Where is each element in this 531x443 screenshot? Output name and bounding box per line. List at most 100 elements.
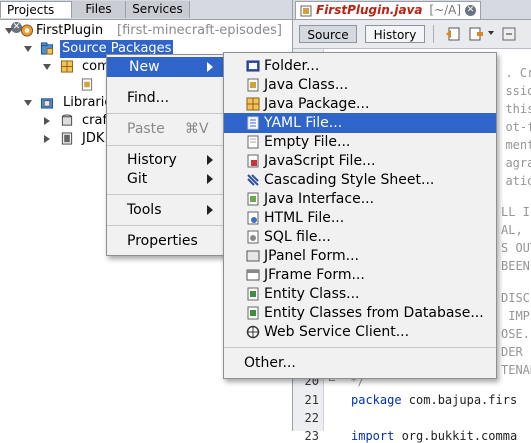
submenu-item-web-service-client[interactable]: Web Service Client... bbox=[224, 322, 496, 342]
library-jar-label: craf bbox=[82, 113, 108, 128]
menu-separator bbox=[107, 225, 227, 226]
menu-item-git[interactable]: Git bbox=[107, 169, 227, 189]
jar-icon bbox=[61, 114, 73, 126]
sql-file-icon bbox=[247, 230, 259, 244]
submenu-item-label: YAML File... bbox=[264, 115, 343, 131]
tree-row-project[interactable]: FirstPlugin [first-minecraft-episodes] bbox=[0, 22, 290, 40]
jframe-form-icon bbox=[246, 269, 260, 281]
submenu-item-folder[interactable]: Folder... bbox=[224, 56, 496, 76]
menu-item-properties[interactable]: Properties bbox=[107, 231, 227, 251]
tree-row-libraries[interactable]: Librarie bbox=[0, 94, 112, 112]
submenu-item-label: Other... bbox=[244, 355, 296, 371]
java-file-icon bbox=[81, 78, 93, 91]
keyword-import: import bbox=[351, 429, 395, 443]
history-button[interactable]: History bbox=[365, 25, 425, 43]
submenu-item-entity-class[interactable]: Entity Class... bbox=[224, 284, 496, 304]
toggle-icon[interactable] bbox=[502, 27, 516, 41]
expand-icon[interactable] bbox=[43, 64, 51, 70]
menu-item-label: Git bbox=[127, 171, 148, 187]
project-icon bbox=[20, 24, 34, 37]
submenu-item-java-package[interactable]: Java Package... bbox=[224, 94, 496, 114]
expand-icon[interactable] bbox=[44, 117, 50, 125]
folder-icon bbox=[246, 60, 260, 72]
tree-row-package[interactable]: com bbox=[0, 58, 110, 76]
submenu-item-label: Cascading Style Sheet... bbox=[264, 172, 435, 188]
code-line-import: import org.bukkit.comma bbox=[351, 429, 517, 443]
submenu-item-java-class[interactable]: Java Class... bbox=[224, 75, 496, 95]
submenu-item-label: SQL file... bbox=[264, 229, 331, 245]
menu-item-paste[interactable]: Paste ⌘V bbox=[107, 119, 227, 139]
submenu-item-label: Web Service Client... bbox=[264, 324, 410, 340]
submenu-item-label: JavaScript File... bbox=[264, 153, 376, 169]
tab-projects-label: Projects bbox=[7, 3, 55, 17]
code-line: ation bbox=[505, 174, 531, 188]
menu-separator bbox=[107, 194, 227, 195]
package-icon bbox=[246, 97, 260, 111]
submenu-item-entity-db[interactable]: Entity Classes from Database... bbox=[224, 303, 496, 323]
tab-services[interactable]: Services bbox=[126, 1, 190, 18]
code-line: S OUT bbox=[501, 241, 531, 255]
submenu-item-javascript-file[interactable]: JavaScript File... bbox=[224, 151, 496, 171]
tree-row-jdk[interactable]: JDK bbox=[0, 130, 106, 148]
menu-item-new[interactable]: New bbox=[107, 57, 227, 77]
code-line: ssion bbox=[505, 84, 531, 98]
editor-tab-path: [~/A] bbox=[429, 3, 461, 17]
menu-item-label: History bbox=[127, 152, 177, 168]
editor-tab[interactable]: FirstPlugin.java [~/A] ✕ bbox=[295, 1, 481, 19]
yaml-file-icon bbox=[247, 116, 259, 130]
line-number: 22 bbox=[304, 411, 319, 425]
java-class-icon bbox=[247, 78, 259, 92]
submenu-item-sql-file[interactable]: SQL file... bbox=[224, 227, 496, 247]
submenu-item-jframe-form[interactable]: JFrame Form... bbox=[224, 265, 496, 285]
editor-toolbar: Source History bbox=[293, 20, 531, 49]
submenu-item-empty-file[interactable]: Empty File... bbox=[224, 132, 496, 152]
javascript-file-icon bbox=[247, 154, 259, 168]
code-line: TENAN bbox=[501, 363, 531, 377]
java-interface-icon bbox=[247, 192, 259, 206]
html-file-icon bbox=[247, 211, 259, 225]
menu-separator bbox=[107, 113, 227, 114]
submenu-item-label: Folder... bbox=[264, 58, 320, 74]
menu-item-label: Paste bbox=[127, 121, 165, 137]
close-icon[interactable]: ✕ bbox=[465, 5, 476, 16]
submenu-item-label: Entity Classes from Database... bbox=[264, 305, 484, 321]
code-line: BEEN bbox=[501, 259, 530, 273]
submenu-item-jpanel-form[interactable]: JPanel Form... bbox=[224, 246, 496, 266]
submenu-arrow-icon bbox=[207, 155, 213, 165]
projects-tabbar: Projects✕ Files Services bbox=[0, 0, 292, 33]
submenu-item-label: JPanel Form... bbox=[264, 248, 359, 264]
submenu-item-label: Java Class... bbox=[264, 77, 349, 93]
forward-icon[interactable] bbox=[469, 27, 485, 41]
package-icon bbox=[60, 60, 74, 73]
tree-row-library-jar[interactable]: craf bbox=[0, 112, 108, 130]
line-number: 23 bbox=[304, 429, 319, 443]
submenu-item-label: Entity Class... bbox=[264, 286, 360, 302]
keyword-package: package bbox=[351, 393, 402, 407]
dropdown-icon[interactable] bbox=[488, 31, 494, 35]
code-line: agrap bbox=[505, 156, 531, 170]
expand-icon[interactable] bbox=[24, 100, 32, 106]
menu-item-history[interactable]: History bbox=[107, 150, 227, 170]
source-button[interactable]: Source bbox=[299, 25, 357, 43]
submenu-item-java-interface[interactable]: Java Interface... bbox=[224, 189, 496, 209]
code-line: OSE. bbox=[501, 327, 530, 341]
submenu-item-yaml-file[interactable]: YAML File... bbox=[224, 113, 496, 133]
menu-item-tools[interactable]: Tools bbox=[107, 200, 227, 220]
expand-icon[interactable] bbox=[5, 28, 13, 34]
tab-files-label: Files bbox=[85, 2, 112, 16]
submenu-item-html-file[interactable]: HTML File... bbox=[224, 208, 496, 228]
entity-db-icon bbox=[247, 306, 259, 320]
expand-icon[interactable] bbox=[44, 135, 50, 143]
code-line: . Cre bbox=[505, 66, 531, 80]
tab-projects[interactable]: Projects✕ bbox=[0, 1, 72, 33]
submenu-arrow-icon bbox=[207, 62, 213, 72]
tab-files[interactable]: Files bbox=[72, 1, 126, 18]
menu-item-find[interactable]: Find... bbox=[107, 88, 227, 108]
expand-icon[interactable] bbox=[24, 46, 32, 52]
submenu-item-label: Java Package... bbox=[264, 96, 370, 112]
submenu-item-other[interactable]: Other... bbox=[224, 353, 496, 373]
toolbar-separator bbox=[433, 25, 434, 43]
back-icon[interactable] bbox=[445, 27, 461, 41]
submenu-item-css[interactable]: Cascading Style Sheet... bbox=[224, 170, 496, 190]
libraries-label: Librarie bbox=[63, 95, 113, 110]
